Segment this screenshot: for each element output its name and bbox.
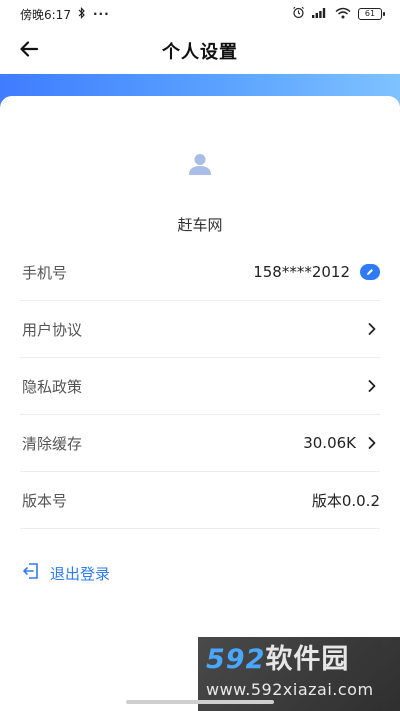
status-left: 傍晚6:17 ··· [20, 6, 110, 23]
status-bar: 傍晚6:17 ··· 61 [0, 0, 400, 28]
settings-list: 手机号 158****2012 用户协议 隐私政策 清除缓存 30.06K 版本… [20, 244, 380, 529]
page-title: 个人设置 [162, 42, 238, 63]
edit-icon[interactable] [360, 264, 380, 280]
watermark-brand-text: 软件园 [265, 644, 350, 675]
row-label: 手机号 [22, 263, 68, 282]
phone-value: 158****2012 [253, 263, 350, 281]
row-right [362, 321, 380, 337]
logout-button[interactable]: 退出登录 [22, 562, 110, 584]
avatar[interactable] [188, 152, 212, 176]
chevron-right-icon [364, 321, 380, 337]
arrow-left-icon [19, 40, 39, 62]
row-clear-cache[interactable]: 清除缓存 30.06K [20, 415, 380, 472]
nav-bar: 个人设置 [0, 28, 400, 74]
status-dots: ··· [92, 7, 110, 21]
alarm-icon [292, 6, 305, 22]
status-time: 傍晚6:17 [20, 7, 71, 22]
watermark-brand-number: 592 [206, 644, 266, 675]
settings-card: 赶车网 手机号 158****2012 用户协议 隐私政策 清除缓存 30.06… [0, 96, 400, 711]
row-label: 用户协议 [22, 320, 83, 339]
row-right: 30.06K [303, 434, 380, 452]
status-right: 61 [292, 6, 385, 22]
row-label: 清除缓存 [22, 434, 83, 453]
watermark-brand: 592软件园 [206, 645, 392, 675]
chevron-right-icon [364, 435, 380, 451]
row-user-agreement[interactable]: 用户协议 [20, 301, 380, 358]
row-right: 158****2012 [253, 263, 380, 281]
battery-icon: 61 [358, 8, 385, 20]
row-phone[interactable]: 手机号 158****2012 [20, 244, 380, 301]
cache-size-value: 30.06K [303, 434, 356, 452]
bluetooth-icon [77, 6, 87, 22]
home-indicator[interactable] [126, 700, 274, 704]
user-icon [188, 154, 212, 180]
signal-icon [312, 7, 328, 21]
row-label: 版本号 [22, 491, 68, 510]
logout-label: 退出登录 [50, 564, 111, 583]
row-label: 隐私政策 [22, 377, 83, 396]
back-button[interactable] [14, 36, 44, 66]
version-value: 版本0.0.2 [311, 491, 380, 510]
row-right [362, 378, 380, 394]
watermark-url: www.592xiazai.com [206, 680, 374, 699]
row-privacy-policy[interactable]: 隐私政策 [20, 358, 380, 415]
wifi-icon [335, 7, 351, 22]
logout-icon [22, 562, 40, 584]
row-right: 版本0.0.2 [312, 490, 380, 511]
chevron-right-icon [364, 378, 380, 394]
row-version: 版本号 版本0.0.2 [20, 472, 380, 529]
nickname: 赶车网 [177, 216, 223, 234]
